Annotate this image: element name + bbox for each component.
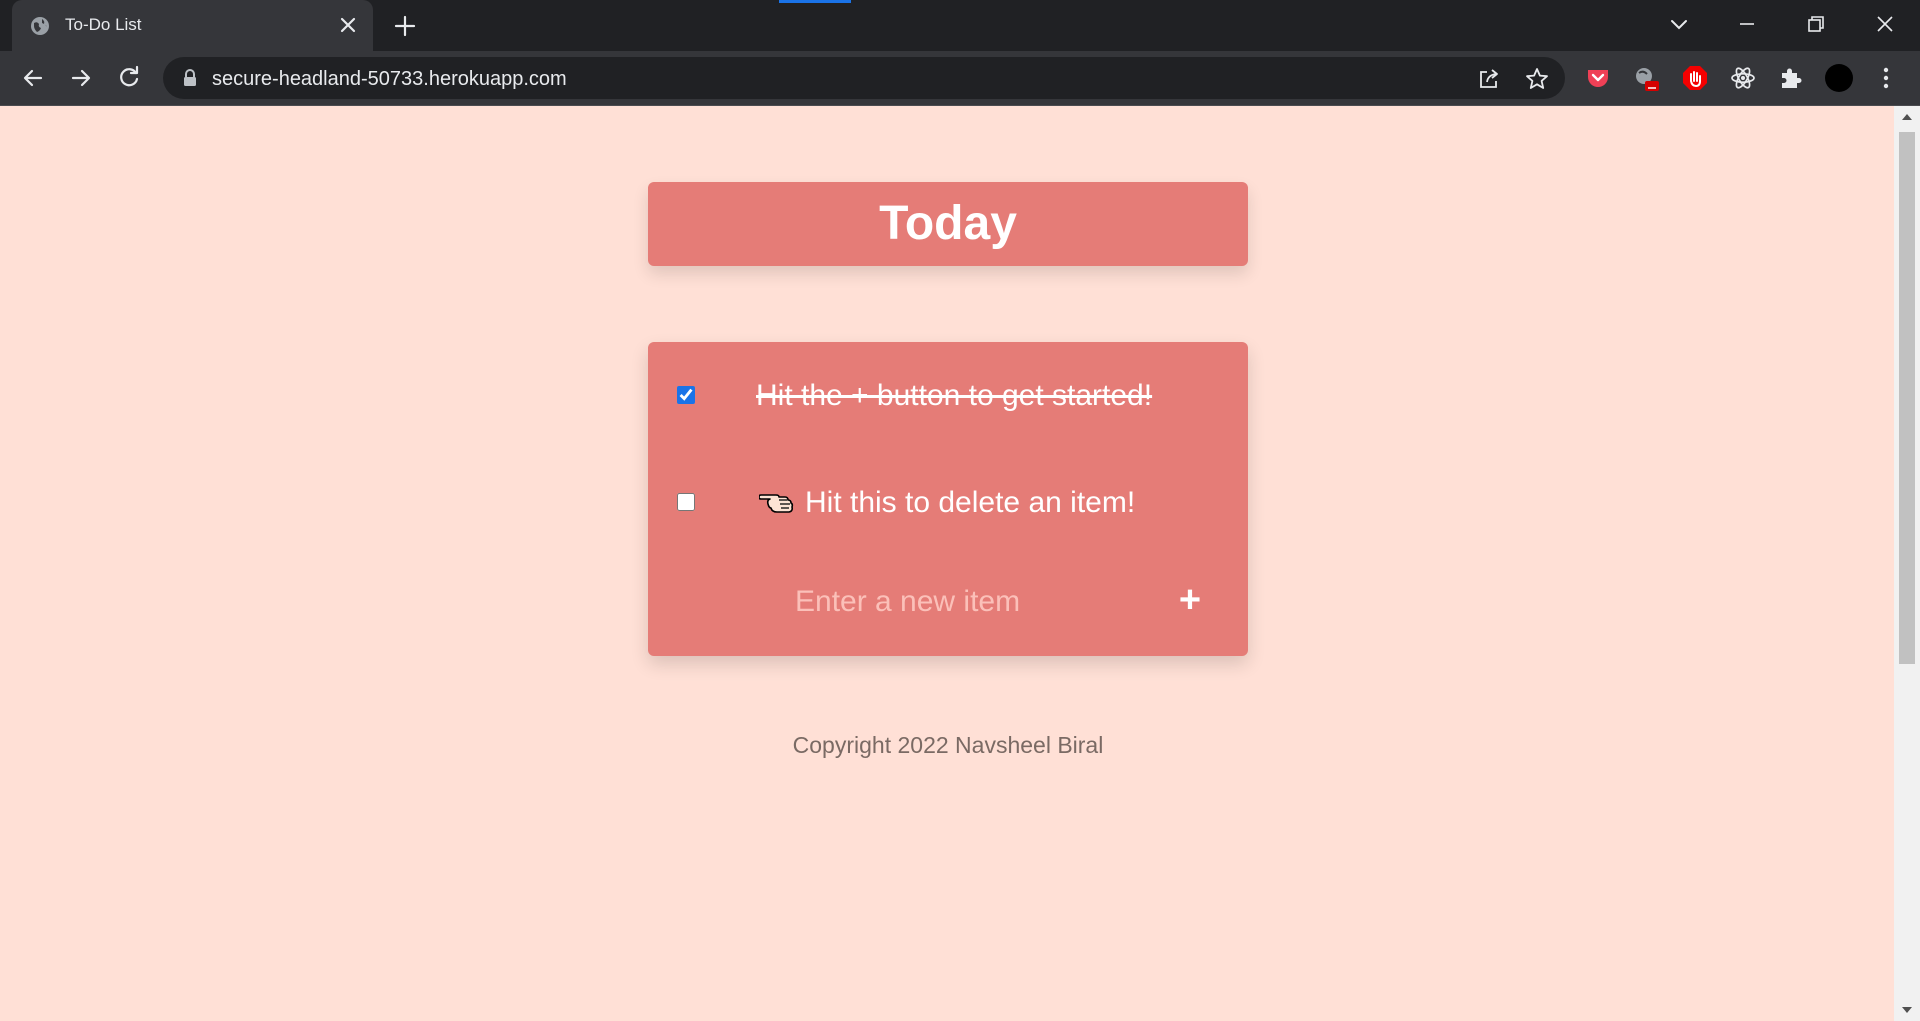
browser-tab[interactable]: To-Do List — [12, 0, 373, 51]
todo-list-card: Hit the + button to get started! Hit thi… — [648, 342, 1248, 656]
extension-badge-icon[interactable] — [1632, 64, 1660, 92]
extensions-puzzle-icon[interactable] — [1777, 64, 1805, 92]
profile-avatar-icon[interactable] — [1825, 64, 1853, 92]
react-devtools-icon[interactable] — [1729, 64, 1757, 92]
tab-title: To-Do List — [65, 15, 142, 34]
address-bar[interactable]: secure-headland-50733.herokuapp.com — [163, 57, 1565, 99]
pointing-hand-cursor-icon — [759, 494, 794, 513]
minimize-icon[interactable] — [1734, 11, 1760, 37]
share-icon[interactable] — [1476, 66, 1502, 92]
bookmark-star-icon[interactable] — [1524, 66, 1550, 92]
new-tab-icon[interactable] — [392, 13, 418, 39]
heading-card: Today — [648, 182, 1248, 266]
tab-strip: To-Do List — [0, 0, 1920, 51]
item-text: Hit this to delete an item! — [805, 486, 1136, 519]
scroll-thumb[interactable] — [1899, 132, 1915, 664]
todo-item: Hit the + button to get started! — [648, 359, 1248, 429]
url-text[interactable]: secure-headland-50733.herokuapp.com — [212, 68, 567, 91]
page-title: Today — [879, 197, 1017, 250]
globe-icon — [31, 17, 49, 35]
adblock-icon[interactable] — [1681, 64, 1709, 92]
scroll-up-arrow-icon[interactable] — [1902, 114, 1912, 120]
menu-kebab-icon[interactable] — [1872, 64, 1900, 92]
pocket-icon[interactable] — [1584, 64, 1612, 92]
close-tab-icon[interactable] — [337, 14, 359, 36]
close-window-icon[interactable] — [1872, 11, 1898, 37]
lock-icon[interactable] — [182, 69, 198, 87]
reload-icon[interactable] — [115, 64, 143, 92]
page-viewport: Today Hit the + button to get started! H… — [0, 106, 1894, 1021]
tab-search-icon[interactable] — [1666, 11, 1692, 37]
new-item-input[interactable] — [795, 580, 1125, 624]
footer-copyright: Copyright 2022 Navsheel Biral — [792, 732, 1104, 758]
restore-icon[interactable] — [1803, 11, 1829, 37]
forward-icon[interactable] — [67, 64, 95, 92]
todo-item: Hit this to delete an item! — [648, 466, 1248, 536]
add-item-button[interactable]: + — [1168, 578, 1212, 622]
browser-toolbar: secure-headland-50733.herokuapp.com — [0, 51, 1920, 106]
item-checkbox[interactable] — [677, 386, 695, 404]
back-icon[interactable] — [19, 64, 47, 92]
item-checkbox[interactable] — [677, 493, 695, 511]
scroll-down-arrow-icon[interactable] — [1902, 1007, 1912, 1013]
vertical-scrollbar[interactable] — [1894, 106, 1920, 1021]
item-text: Hit the + button to get started! — [756, 379, 1153, 412]
loading-indicator — [779, 0, 851, 3]
